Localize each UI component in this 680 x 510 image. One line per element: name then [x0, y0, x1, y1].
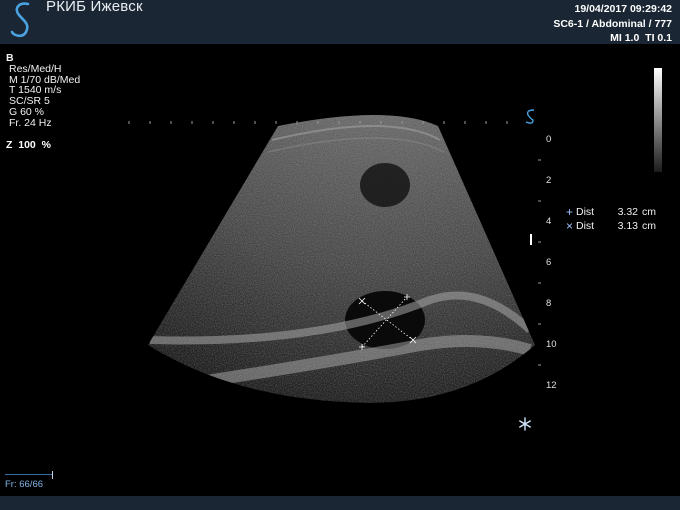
- measurement-value: 3.32: [617, 206, 638, 218]
- measurement-unit: cm: [642, 206, 656, 218]
- lateral-scale: [128, 121, 508, 124]
- cine-position-handle[interactable]: [52, 471, 53, 479]
- cross-caliper-icon: ×: [566, 219, 574, 233]
- measurement-unit: cm: [642, 220, 656, 232]
- snowflake-icon: [519, 417, 531, 431]
- depth-label-0: 0: [546, 134, 552, 145]
- measurement-value: 3.13: [617, 220, 638, 232]
- depth-label-10: 10: [546, 339, 557, 350]
- depth-label-4: 4: [546, 216, 552, 227]
- measurement-label: Dist: [576, 220, 595, 232]
- measurement-label: Dist: [576, 206, 595, 218]
- frame-counter: Fr: 66/66: [5, 479, 44, 490]
- depth-label-2: 2: [546, 175, 552, 186]
- plus-caliper-icon: +: [566, 205, 574, 219]
- depth-label-8: 8: [546, 298, 552, 309]
- depth-label-6: 6: [546, 257, 552, 268]
- scan-sector: [148, 115, 535, 403]
- depth-ticks: [538, 159, 541, 366]
- measurement-results: + Dist 3.32 cm × Dist 3.13 cm: [566, 205, 656, 233]
- cine-scrollbar[interactable]: [5, 474, 52, 475]
- s-orientation-icon: [525, 109, 535, 124]
- ultrasound-image: [128, 109, 541, 431]
- measurement-row: + Dist 3.32 cm: [566, 205, 656, 219]
- bottom-bar: [0, 496, 680, 510]
- depth-label-12: 12: [546, 380, 557, 391]
- measurement-row: × Dist 3.13 cm: [566, 219, 656, 233]
- focus-marker: [530, 234, 532, 245]
